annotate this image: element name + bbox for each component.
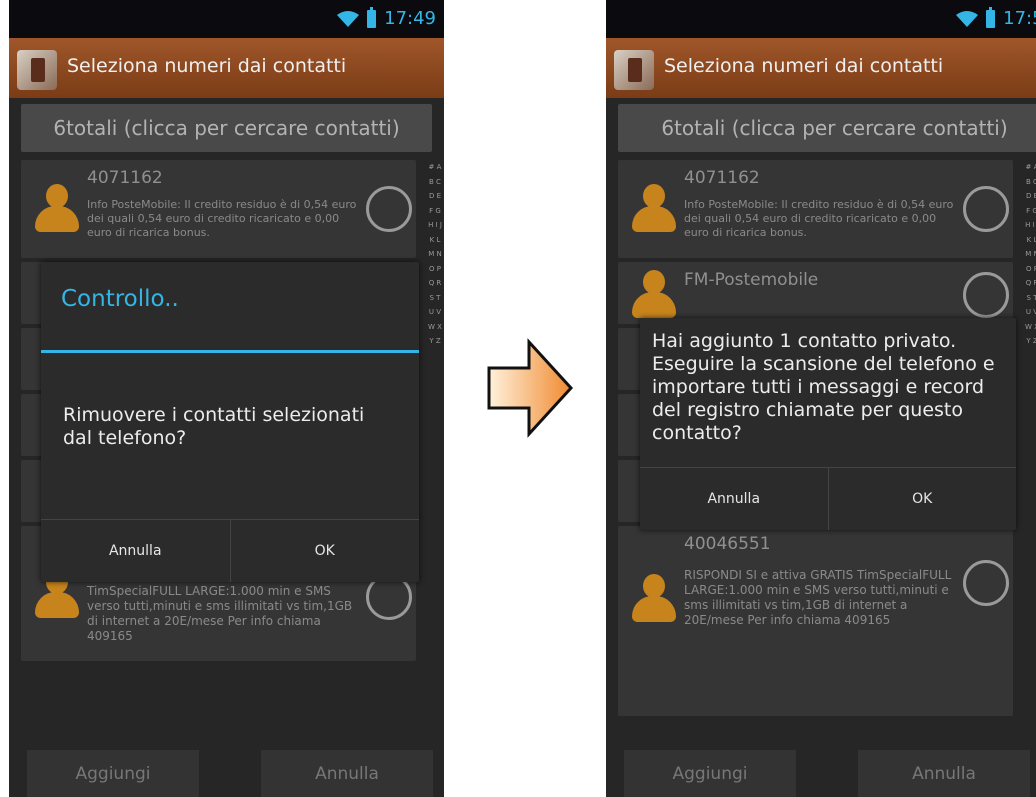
- wifi-icon: [956, 10, 979, 27]
- contact-avatar-icon: [632, 184, 676, 234]
- select-checkbox[interactable]: [366, 186, 412, 232]
- dialog-message: Hai aggiunto 1 contatto privato. Eseguir…: [652, 330, 995, 444]
- dialog-cancel-button[interactable]: Annulla: [41, 520, 230, 582]
- battery-icon: [986, 6, 996, 28]
- contact-row[interactable]: 40046551 RISPONDI SI e attiva GRATIS Tim…: [618, 526, 1013, 716]
- contact-row[interactable]: 4071162 Info PosteMobile: Il credito res…: [618, 160, 1013, 258]
- select-checkbox[interactable]: [963, 186, 1009, 232]
- contact-name: 40046551: [684, 534, 771, 554]
- search-contacts-button[interactable]: 6totali (clicca per cercare contatti): [21, 104, 432, 152]
- select-checkbox[interactable]: [963, 560, 1009, 606]
- phone-screen-left: 17:49 Seleziona numeri dai contatti 6tot…: [9, 0, 444, 797]
- app-icon: [17, 50, 57, 90]
- status-time: 17:50: [1003, 8, 1036, 29]
- contact-avatar-icon: [632, 574, 676, 624]
- add-button[interactable]: Aggiungi: [624, 750, 796, 797]
- contact-message: TimSpecialFULL LARGE:1.000 min e SMS ver…: [87, 584, 353, 643]
- confirm-dialog: Controllo.. Rimuovere i contatti selezio…: [41, 262, 419, 582]
- app-title: Seleziona numeri dai contatti: [664, 55, 944, 77]
- right-arrow-icon: [487, 338, 574, 438]
- battery-icon: [367, 6, 377, 28]
- contact-avatar-icon: [632, 270, 676, 320]
- dialog-title: Controllo..: [61, 286, 179, 312]
- contact-avatar-icon: [35, 184, 79, 234]
- contact-row[interactable]: 4071162 Info PosteMobile: Il credito res…: [21, 160, 416, 258]
- contact-message: Info PosteMobile: Il credito residuo è d…: [684, 198, 954, 239]
- action-bar: Seleziona numeri dai contatti: [9, 38, 444, 98]
- select-checkbox[interactable]: [963, 272, 1009, 318]
- wifi-icon: [337, 10, 360, 27]
- status-bar: 17:49: [9, 0, 444, 38]
- contact-message: Info PosteMobile: Il credito residuo è d…: [87, 198, 357, 239]
- alphabet-index[interactable]: # A B C D E F G H I J K L M N O P Q R S …: [1025, 160, 1036, 349]
- app-icon: [614, 50, 654, 90]
- dialog-ok-button[interactable]: OK: [827, 468, 1017, 530]
- alphabet-index[interactable]: # A B C D E F G H I J K L M N O P Q R S …: [428, 160, 442, 349]
- dialog-message: Rimuovere i contatti selezionati dal tel…: [63, 404, 365, 449]
- contact-message: RISPONDI SI e attiva GRATIS TimSpecialFU…: [684, 568, 952, 627]
- search-contacts-button[interactable]: 6totali (clicca per cercare contatti): [618, 104, 1036, 152]
- action-bar: Seleziona numeri dai contatti: [606, 38, 1036, 98]
- cancel-button[interactable]: Annulla: [261, 750, 433, 797]
- dialog-cancel-button[interactable]: Annulla: [640, 468, 828, 530]
- contact-row[interactable]: FM-Postemobile: [618, 262, 1013, 324]
- status-time: 17:49: [384, 8, 436, 29]
- contact-name: 4071162: [684, 168, 760, 188]
- add-button[interactable]: Aggiungi: [27, 750, 199, 797]
- import-dialog: Hai aggiunto 1 contatto privato. Eseguir…: [640, 318, 1016, 530]
- status-bar: 17:50: [606, 0, 1036, 38]
- contact-name: 4071162: [87, 168, 163, 188]
- dialog-ok-button[interactable]: OK: [229, 520, 420, 582]
- contact-name: FM-Postemobile: [684, 270, 819, 290]
- cancel-button[interactable]: Annulla: [858, 750, 1030, 797]
- phone-screen-right: 17:50 Seleziona numeri dai contatti 6tot…: [606, 0, 1036, 797]
- dialog-divider: [41, 350, 419, 353]
- app-title: Seleziona numeri dai contatti: [67, 55, 347, 77]
